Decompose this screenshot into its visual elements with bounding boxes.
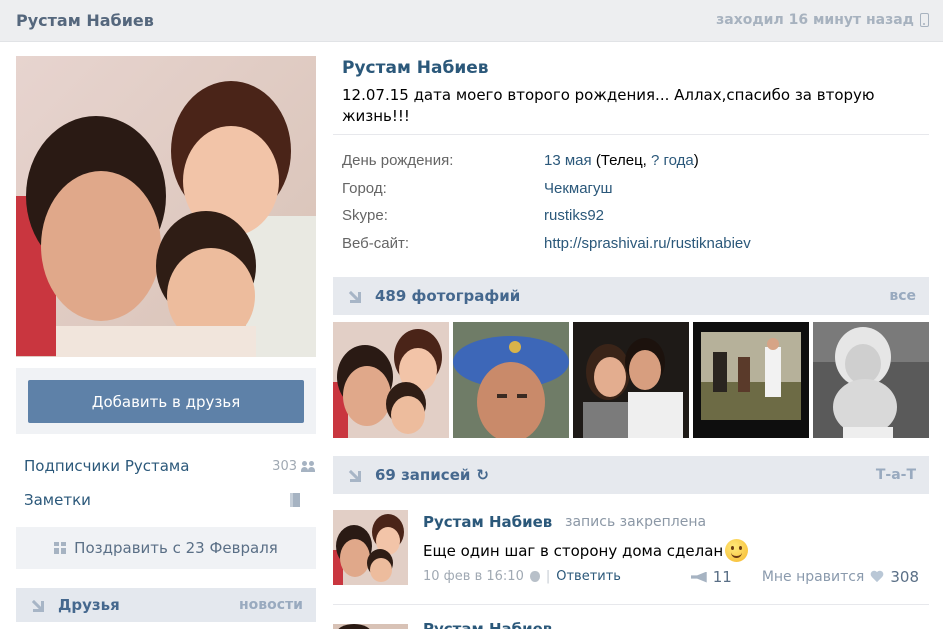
photo-image [693, 322, 809, 438]
add-friend-panel: Добавить в друзья [16, 368, 316, 434]
friends-news-link[interactable]: новости [239, 597, 303, 613]
birthday-value: 13 мая (Телец, ? года) [544, 152, 699, 169]
skype-link[interactable]: rustiks92 [544, 207, 604, 224]
post-avatar-image [333, 624, 408, 629]
subscribers-count: 303 [272, 459, 316, 474]
photo-image [573, 322, 689, 438]
birthday-date-link[interactable]: 13 мая [544, 152, 592, 169]
header-name: Рустам Набиев [16, 11, 154, 30]
post-meta: 10 фев в 16:10 | Ответить [423, 569, 621, 584]
post-date-link[interactable]: 10 фев в 16:10 [423, 569, 524, 584]
photo-image [333, 322, 449, 438]
birthday-label: День рождения: [342, 152, 454, 169]
photo-image [813, 322, 929, 438]
post-text-content: Еще один шаг в сторону дома сделан [423, 541, 724, 560]
add-friend-button[interactable]: Добавить в друзья [28, 380, 304, 423]
next-post-author[interactable]: Рустам Набиев [423, 620, 552, 629]
smile-emoji-icon [725, 539, 749, 562]
photo-thumbnail[interactable] [573, 322, 689, 438]
congratulate-label: Поздравить с 23 Февраля [74, 539, 278, 557]
wall-owner-link[interactable]: Т-а-Т [876, 467, 916, 483]
birthday-suffix: ) [693, 152, 699, 169]
wall-title-text: 69 записей [375, 466, 471, 484]
post-stats: 11 Мне нравится 308 [690, 568, 919, 586]
post-pinned-label: запись закреплена [565, 514, 707, 530]
notes-icon [290, 493, 300, 507]
heart-icon[interactable] [870, 571, 884, 583]
subscribers-count-value: 303 [272, 459, 297, 474]
photo-image [453, 322, 569, 438]
photo-thumbnail[interactable] [813, 322, 929, 438]
subscribers-link[interactable]: Подписчики Рустама [24, 457, 189, 475]
birthday-age-link[interactable]: ? года [651, 152, 694, 169]
like-count[interactable]: 308 [890, 568, 919, 586]
website-label: Веб-сайт: [342, 235, 410, 252]
post-reply-link[interactable]: Ответить [556, 569, 621, 584]
city-link[interactable]: Чекмагуш [544, 180, 613, 197]
website-link[interactable]: http://sprashivai.ru/rustiknabiev [544, 235, 751, 252]
post-avatar[interactable] [333, 510, 408, 585]
people-icon [301, 461, 316, 472]
post-text: Еще один шаг в сторону дома сделан [423, 539, 749, 562]
gift-icon [54, 542, 67, 554]
last-seen-text: заходил 16 минут назад [716, 12, 914, 28]
photo-thumbnail[interactable] [693, 322, 809, 438]
like-label[interactable]: Мне нравится [762, 569, 865, 585]
divider [333, 134, 929, 135]
congratulate-button[interactable]: Поздравить с 23 Февраля [16, 527, 316, 569]
photos-all-link[interactable]: все [889, 288, 916, 304]
notes-link[interactable]: Заметки [24, 491, 91, 509]
photos-title[interactable]: 489 фотографий [375, 287, 520, 305]
refresh-icon[interactable]: ↻ [476, 466, 489, 484]
city-label: Город: [342, 180, 387, 197]
post-avatar-image [333, 510, 408, 585]
photos-section-header[interactable]: 489 фотографий все [333, 277, 929, 315]
divider [333, 604, 929, 605]
friends-title[interactable]: Друзья [58, 596, 120, 614]
wall-section-header[interactable]: 69 записей ↻ Т-а-Т [333, 456, 929, 494]
photo-thumbnail[interactable] [333, 322, 449, 438]
apple-icon [529, 571, 540, 582]
post-avatar[interactable] [333, 619, 408, 629]
friends-section-header[interactable]: Друзья новости [16, 588, 316, 622]
arrow-down-right-icon [347, 468, 361, 482]
last-seen-status: заходил 16 минут назад [716, 12, 929, 28]
mobile-phone-icon [920, 13, 929, 27]
birthday-sign: (Телец, [595, 152, 647, 169]
top-bar: Рустам Набиев заходил 16 минут назад [0, 0, 943, 42]
skype-label: Skype: [342, 207, 388, 224]
post-author-link[interactable]: Рустам Набиев [423, 513, 552, 531]
profile-status-text[interactable]: 12.07.15 дата моего второго рождения... … [342, 85, 902, 127]
share-count[interactable]: 11 [713, 568, 732, 586]
arrow-down-right-icon [30, 598, 44, 612]
profile-name: Рустам Набиев [342, 58, 489, 78]
meta-separator: | [545, 569, 551, 584]
photo-thumbnail[interactable] [453, 322, 569, 438]
avatar-photo [16, 56, 316, 357]
profile-avatar[interactable] [16, 56, 316, 357]
wall-title[interactable]: 69 записей ↻ [375, 466, 489, 484]
arrow-down-right-icon [347, 289, 361, 303]
share-megaphone-icon[interactable] [690, 571, 707, 583]
